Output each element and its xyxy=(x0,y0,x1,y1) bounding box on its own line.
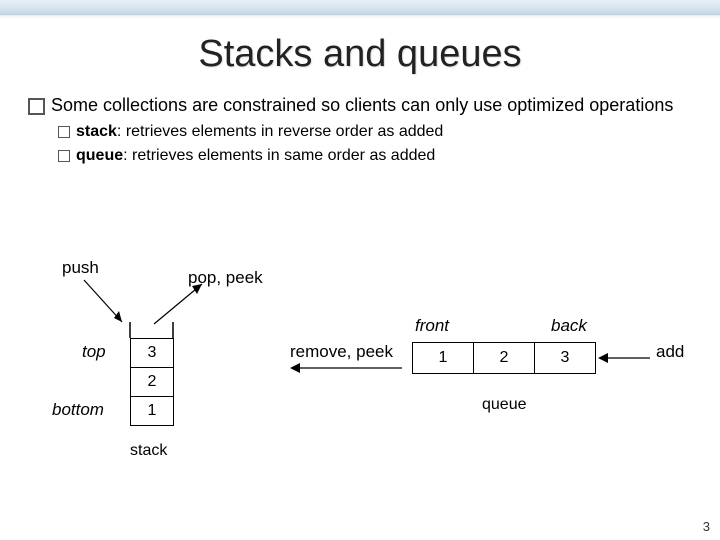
back-label: back xyxy=(551,316,587,336)
stack-cell: 1 xyxy=(130,396,174,426)
queue-cell: 3 xyxy=(534,342,596,374)
stack-wall-icon xyxy=(130,322,175,340)
page-number: 3 xyxy=(703,519,710,534)
square-bullet-icon xyxy=(58,126,70,138)
stack-cell: 2 xyxy=(130,367,174,397)
sub-bullet-term: queue xyxy=(76,147,123,164)
header-decoration xyxy=(0,0,720,15)
diagram-area: push pop, peek 3 2 1 top bottom stack fr… xyxy=(0,250,720,520)
bottom-label: bottom xyxy=(52,400,104,420)
sub-bullet-stack: stack: retrieves elements in reverse ord… xyxy=(58,123,692,141)
main-bullet: Some collections are constrained so clie… xyxy=(28,94,692,117)
push-label: push xyxy=(62,258,99,278)
add-label: add xyxy=(656,342,684,362)
top-label: top xyxy=(82,342,106,362)
stack-caption: stack xyxy=(130,442,167,460)
main-bullet-text: Some collections are constrained so clie… xyxy=(51,94,673,117)
square-bullet-icon xyxy=(28,98,45,115)
sub-bullet-desc: : retrieves elements in same order as ad… xyxy=(123,147,435,164)
slide-title: Stacks and queues xyxy=(0,33,720,76)
queue-cell: 2 xyxy=(473,342,535,374)
square-bullet-icon xyxy=(58,150,70,162)
sub-bullet-text: queue: retrieves elements in same order … xyxy=(76,147,435,165)
sub-bullet-text: stack: retrieves elements in reverse ord… xyxy=(76,123,443,141)
front-label: front xyxy=(415,316,449,336)
content-area: Some collections are constrained so clie… xyxy=(0,94,720,165)
sub-bullet-queue: queue: retrieves elements in same order … xyxy=(58,147,692,165)
arrow-icon xyxy=(290,362,405,376)
sub-bullet-desc: : retrieves elements in reverse order as… xyxy=(117,123,443,140)
remove-peek-label: remove, peek xyxy=(290,342,393,362)
arrow-icon xyxy=(598,352,653,366)
sub-bullet-term: stack xyxy=(76,123,117,140)
stack-cell: 3 xyxy=(130,338,174,368)
queue-caption: queue xyxy=(482,396,527,414)
queue-cell: 1 xyxy=(412,342,474,374)
arrow-icon xyxy=(78,280,138,330)
